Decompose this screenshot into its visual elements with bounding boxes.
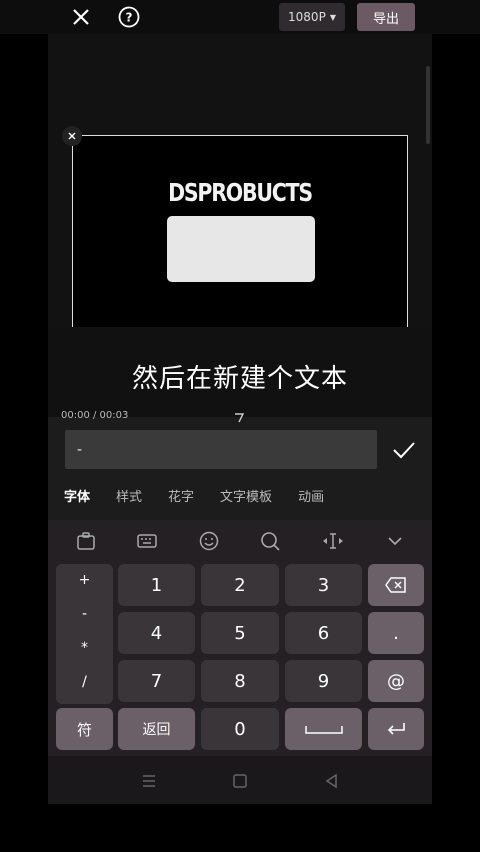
- play-icon[interactable]: [233, 408, 245, 423]
- key-7[interactable]: 7: [118, 660, 195, 702]
- key-0[interactable]: 0: [201, 708, 279, 750]
- back-nav-icon[interactable]: [323, 772, 341, 790]
- key-asterisk[interactable]: *: [56, 640, 113, 656]
- cursor-move-icon[interactable]: [320, 528, 346, 554]
- home-nav-icon[interactable]: [231, 772, 249, 790]
- key-3[interactable]: 3: [285, 564, 362, 606]
- tab-style[interactable]: 样式: [116, 486, 142, 505]
- video-preview[interactable]: DSPROBUCTS: [72, 135, 408, 330]
- collapse-keyboard-icon[interactable]: [382, 528, 408, 554]
- key-back[interactable]: 返回: [118, 708, 195, 750]
- preview-brand-text: DSPROBUCTS: [168, 178, 313, 207]
- preview-close-icon[interactable]: [62, 126, 82, 146]
- key-slash[interactable]: /: [56, 674, 113, 690]
- key-4[interactable]: 4: [118, 612, 195, 654]
- preview-image-box: [167, 216, 315, 282]
- key-dot[interactable]: .: [368, 612, 424, 654]
- close-icon[interactable]: [70, 6, 92, 28]
- export-button[interactable]: 导出: [357, 3, 415, 31]
- menu-nav-icon[interactable]: [140, 772, 158, 790]
- key-1[interactable]: 1: [118, 564, 195, 606]
- backspace-key[interactable]: [368, 564, 424, 606]
- key-plus[interactable]: +: [56, 572, 113, 588]
- tab-text-template[interactable]: 文字模板: [220, 486, 272, 505]
- clipboard-icon[interactable]: [73, 528, 99, 554]
- key-symbols[interactable]: 符: [56, 708, 113, 750]
- search-icon[interactable]: [257, 528, 283, 554]
- key-5[interactable]: 5: [201, 612, 279, 654]
- key-6[interactable]: 6: [285, 612, 362, 654]
- scrollbar[interactable]: [426, 66, 430, 144]
- svg-text:?: ?: [126, 11, 133, 25]
- key-minus[interactable]: -: [56, 606, 113, 622]
- tab-font[interactable]: 字体: [64, 486, 90, 505]
- timecode: 00:00 / 00:03: [61, 410, 129, 421]
- resolution-label: 1080P: [288, 10, 326, 24]
- resolution-dropdown[interactable]: 1080P ▼: [279, 3, 345, 31]
- text-input[interactable]: -: [65, 430, 377, 469]
- help-icon[interactable]: ?: [118, 6, 140, 28]
- key-8[interactable]: 8: [201, 660, 279, 702]
- subtitle-text: 然后在新建个文本: [131, 364, 348, 394]
- emoji-icon[interactable]: [196, 528, 222, 554]
- style-tabs: 字体 样式 花字 文字模板 动画: [64, 486, 350, 505]
- confirm-check-icon[interactable]: [390, 436, 418, 464]
- key-9[interactable]: 9: [285, 660, 362, 702]
- space-key[interactable]: [285, 708, 362, 750]
- key-2[interactable]: 2: [201, 564, 279, 606]
- symbol-column[interactable]: + - * /: [56, 564, 113, 704]
- enter-key[interactable]: [368, 708, 424, 750]
- keyboard-icon[interactable]: [134, 528, 160, 554]
- chevron-down-icon: ▼: [329, 12, 336, 22]
- tab-fancy-text[interactable]: 花字: [168, 486, 194, 505]
- tab-animation[interactable]: 动画: [298, 486, 324, 505]
- key-at[interactable]: @: [368, 660, 424, 702]
